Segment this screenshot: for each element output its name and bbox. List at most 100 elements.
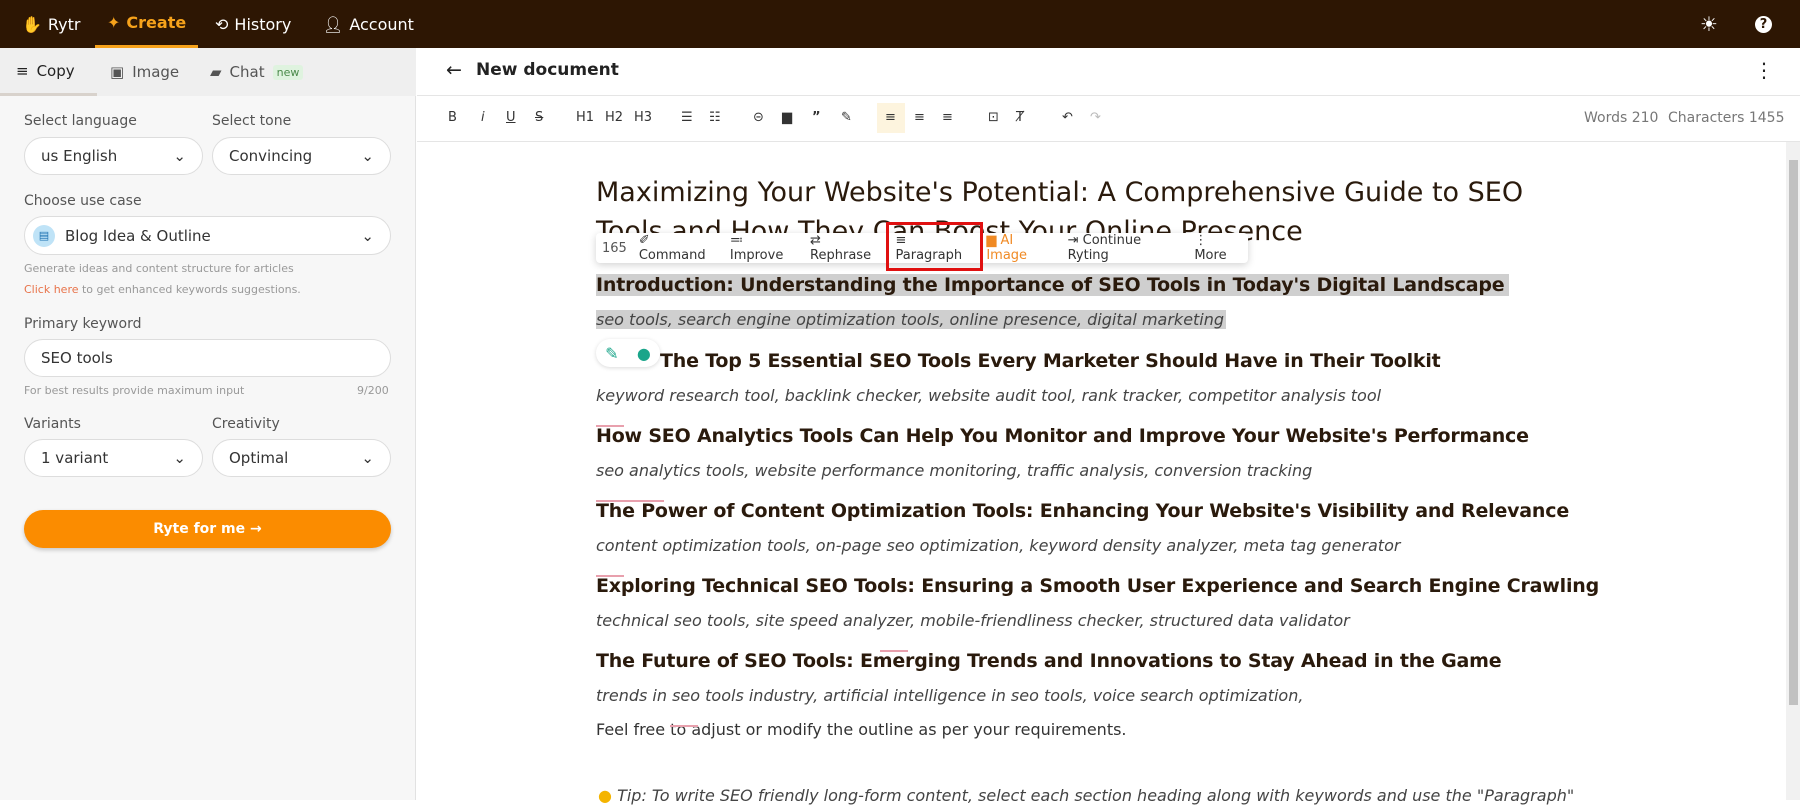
more-button[interactable]: ⋮ More: [1194, 233, 1242, 263]
keyword-label: Primary keyword: [24, 316, 142, 332]
section-heading[interactable]: How SEO Analytics Tools Can Help You Mon…: [596, 425, 1529, 447]
closing-text[interactable]: Feel free to adjust or modify the outlin…: [596, 720, 1127, 739]
improve-button[interactable]: ≕ Improve: [730, 233, 798, 263]
more-vertical-icon: ⋮: [1194, 233, 1208, 248]
align-right-icon[interactable]: ≡: [942, 108, 953, 128]
italic-button[interactable]: i: [481, 108, 485, 128]
select-all-icon[interactable]: ⊡: [988, 108, 999, 128]
tone-select[interactable]: Convincing ⌄: [212, 137, 391, 175]
help-button[interactable]: ?: [1755, 0, 1772, 48]
nav-account[interactable]: 👤︎ Account: [323, 0, 414, 48]
chevron-down-icon: ⌄: [361, 147, 374, 165]
spellcheck-underline: [670, 725, 698, 727]
rytr-logo-icon: ✋: [22, 14, 42, 34]
bullet-list-icon[interactable]: ☰: [681, 108, 693, 128]
tab-chat[interactable]: ▰ Chat new: [210, 48, 304, 96]
chevron-down-icon: ⌄: [173, 147, 186, 165]
wand-icon: ✐: [638, 233, 650, 248]
strikethrough-button[interactable]: S: [535, 108, 543, 128]
brand-logo[interactable]: ✋ Rytr: [22, 0, 80, 48]
editor-header: [417, 48, 1800, 96]
section-keywords[interactable]: keyword research tool, backlink checker,…: [596, 386, 1381, 405]
sun-icon: ☀: [1700, 12, 1718, 36]
character-count: Characters 1455: [1668, 110, 1785, 126]
highlight-pen-icon[interactable]: ✎: [841, 108, 852, 128]
word-count: Words 210: [1584, 110, 1659, 126]
section-heading[interactable]: Exploring Technical SEO Tools: Ensuring …: [596, 575, 1599, 597]
user-icon: 👤︎: [323, 14, 344, 34]
section-keywords[interactable]: content optimization tools, on-page seo …: [596, 536, 1400, 555]
spellcheck-underline: [596, 575, 624, 577]
quote-icon[interactable]: ”: [812, 108, 821, 128]
spellcheck-underline: [596, 425, 624, 427]
chevron-down-icon: ⌄: [361, 449, 374, 467]
variants-select[interactable]: 1 variant ⌄: [24, 439, 203, 477]
continue-icon: ⇥: [1067, 233, 1079, 248]
ai-image-button[interactable]: ▆ AI Image: [986, 233, 1055, 263]
section-heading[interactable]: The Top 5 Essential SEO Tools Every Mark…: [596, 350, 1441, 372]
lightbulb-icon: ●: [598, 786, 612, 805]
image-icon: ▆: [986, 233, 997, 248]
tab-image[interactable]: ▣ Image: [110, 48, 179, 96]
tip-text: Tip: To write SEO friendly long-form con…: [617, 786, 1575, 805]
variants-label: Variants: [24, 416, 81, 432]
clear-format-icon[interactable]: Ⱦ: [1016, 108, 1024, 128]
chevron-down-icon: ⌄: [361, 226, 374, 245]
nav-create[interactable]: ✦ Create: [95, 0, 199, 48]
selection-count: 165: [602, 240, 627, 256]
ryte-for-me-button[interactable]: Ryte for me →: [24, 510, 391, 548]
section-keywords[interactable]: technical seo tools, site speed analyzer…: [596, 611, 1350, 630]
usecase-hint: Generate ideas and content structure for…: [24, 262, 294, 275]
h3-button[interactable]: H3: [634, 108, 652, 128]
section-keywords[interactable]: trends in seo tools industry, artificial…: [596, 686, 1303, 705]
link-icon[interactable]: ⊝: [753, 108, 764, 128]
section-heading[interactable]: The Power of Content Optimization Tools:…: [596, 500, 1569, 522]
click-here-link[interactable]: Click here: [24, 283, 79, 296]
underline-button[interactable]: U: [506, 108, 516, 128]
section-heading[interactable]: The Future of SEO Tools: Emerging Trends…: [596, 650, 1502, 672]
align-left-icon[interactable]: ≡: [885, 108, 896, 128]
language-select[interactable]: us English ⌄: [24, 137, 203, 175]
document-title[interactable]: New document: [476, 60, 619, 80]
spellcheck-underline: [596, 500, 664, 502]
chevron-down-icon: ⌄: [173, 449, 186, 467]
image-icon[interactable]: ▆: [782, 108, 792, 128]
document-icon: ▤: [33, 224, 55, 247]
doc-heading-line-1[interactable]: Maximizing Your Website's Potential: A C…: [596, 173, 1523, 213]
language-label: Select language: [24, 113, 137, 129]
numbered-list-icon[interactable]: ☷: [709, 108, 721, 128]
align-center-icon[interactable]: ≡: [914, 108, 925, 128]
redo-icon[interactable]: ↷: [1090, 108, 1101, 128]
keyword-input[interactable]: SEO tools: [24, 339, 391, 377]
tone-label: Select tone: [212, 113, 292, 129]
new-badge: new: [272, 64, 304, 80]
nav-history[interactable]: ⟲ History: [215, 0, 291, 48]
command-button[interactable]: ✐ Command: [639, 233, 718, 263]
usecase-select[interactable]: ▤ Blog Idea & Outline ⌄: [24, 216, 391, 255]
rephrase-icon: ⇄: [810, 233, 821, 248]
undo-icon[interactable]: ↶: [1062, 108, 1073, 128]
paragraph-highlight-box: [886, 222, 983, 271]
rephrase-button[interactable]: ⇄ Rephrase: [810, 233, 883, 263]
improve-icon: ≕: [729, 233, 743, 248]
spellcheck-underline: [880, 650, 908, 652]
keyword-count: 9/200: [357, 384, 389, 397]
h2-button[interactable]: H2: [605, 108, 623, 128]
keyword-hint: For best results provide maximum input: [24, 384, 245, 397]
tab-copy[interactable]: ≡ Copy: [0, 48, 97, 96]
more-vertical-icon[interactable]: ⋮: [1754, 58, 1774, 82]
scrollbar-thumb[interactable]: [1789, 160, 1798, 705]
section-heading[interactable]: Introduction: Understanding the Importan…: [596, 274, 1509, 296]
lines-icon: ≡: [16, 61, 29, 80]
usecase-label: Choose use case: [24, 193, 142, 209]
back-arrow-icon[interactable]: ←: [446, 59, 462, 81]
section-keywords[interactable]: seo analytics tools, website performance…: [596, 461, 1312, 480]
h1-button[interactable]: H1: [576, 108, 594, 128]
continue-ryting-button[interactable]: ⇥ Continue Ryting: [1068, 233, 1183, 263]
image-icon: ▣: [110, 63, 125, 81]
section-keywords[interactable]: seo tools, search engine optimization to…: [596, 310, 1227, 329]
creativity-select[interactable]: Optimal ⌄: [212, 439, 391, 477]
bold-button[interactable]: B: [448, 108, 457, 128]
theme-toggle-button[interactable]: ☀: [1700, 0, 1718, 48]
creativity-label: Creativity: [212, 416, 280, 432]
